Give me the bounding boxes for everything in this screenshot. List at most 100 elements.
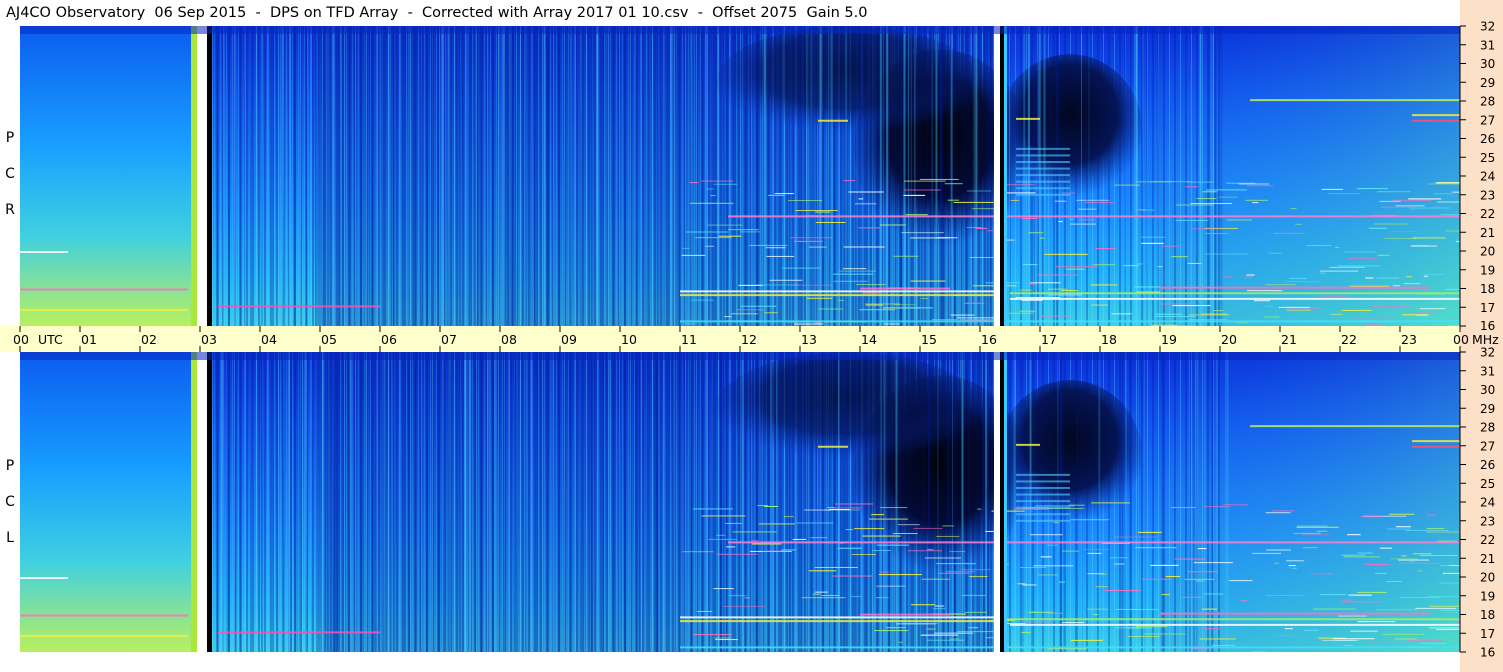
rcp-speckle <box>790 237 833 239</box>
rcp-streak <box>502 26 505 326</box>
lcp-speckle <box>692 508 734 510</box>
rcp-speckle <box>1349 285 1390 287</box>
frequency-axis-lcp: 32 31 30 29 28 27 26 25 24 23 22 21 20 19 18 17 16 <box>1459 346 1495 660</box>
rcp-speckle <box>1205 233 1229 235</box>
time-tick-label: 19 <box>1161 332 1177 347</box>
rcp-speckle <box>1065 268 1085 270</box>
rcp-speckle <box>1037 274 1078 276</box>
rcp-speckle <box>1172 325 1197 326</box>
lcp-streak <box>753 352 756 652</box>
rcp-streak <box>498 26 500 326</box>
rcp-speckle <box>1222 276 1233 278</box>
rcp-speckle <box>1226 219 1253 221</box>
lcp-streak <box>704 352 707 652</box>
rcp-gap-green <box>191 26 197 326</box>
lcp-speckle <box>924 557 961 559</box>
lcp-speckle <box>1184 578 1215 580</box>
time-tick-label: 00 <box>13 332 29 347</box>
rcp-speckle <box>833 280 868 282</box>
frequency-tick-label: 30 <box>1480 57 1495 71</box>
time-axis: 00 01 02 03 04 05 06 07 08 09 10 11 12 13 14 15 16 17 18 19… <box>13 326 1499 352</box>
rcp-gap2-white <box>994 26 1000 326</box>
rcp-streak <box>903 26 906 326</box>
lcp-speckle <box>1350 630 1378 632</box>
rcp-speckle <box>764 312 778 314</box>
lcp-speckle <box>809 570 837 572</box>
rcp-speckle <box>879 224 906 226</box>
rcp-speckle <box>1428 183 1460 185</box>
lcp-speckle <box>1046 544 1058 546</box>
lcp-speckle <box>1115 627 1140 629</box>
lcp-streak <box>770 352 773 652</box>
lcp-speckle <box>942 525 955 527</box>
lcp-streak <box>488 352 490 652</box>
lcp-streak <box>1014 352 1017 652</box>
rcp-speckle <box>987 230 994 232</box>
lcp-streak <box>854 352 856 652</box>
lcp-speckle <box>757 505 769 507</box>
rcp-speckle <box>1176 204 1214 206</box>
time-tick-label: 01 <box>81 332 97 347</box>
rcp-speckle <box>769 279 803 281</box>
lcp-speckle <box>1387 528 1411 530</box>
rcp-speckle <box>1341 309 1372 311</box>
rcp-streak <box>515 26 517 326</box>
rcp-streak <box>369 26 371 326</box>
time-tick-label: 13 <box>801 332 817 347</box>
lcp-speckle <box>1304 629 1319 631</box>
rcp-streak <box>879 26 882 326</box>
lcp-speckle <box>1062 622 1085 624</box>
rcp-speckle <box>1286 309 1311 311</box>
lcp-streak <box>1081 352 1083 652</box>
rcp-speckle <box>1373 223 1409 225</box>
time-unit-label: UTC <box>38 332 63 347</box>
lcp-streak <box>516 352 518 652</box>
lcp-speckle <box>1288 565 1296 567</box>
frequency-tick-label: 23 <box>1480 514 1495 528</box>
rcp-streak <box>331 26 334 326</box>
rcp-speckle <box>1365 277 1374 279</box>
rcp-speckle <box>1329 266 1365 268</box>
rcp-streak <box>595 26 598 326</box>
lcp-streak <box>1189 352 1191 652</box>
rcp-speckle <box>1347 257 1378 259</box>
rcp-speckle <box>1213 310 1223 312</box>
lcp-speckle <box>1296 526 1339 528</box>
lcp-speckle <box>1321 639 1357 641</box>
lcp-speckle <box>1100 573 1107 575</box>
lcp-speckle <box>965 611 987 613</box>
rcp-streak <box>711 26 713 326</box>
rcp-speckle <box>1093 264 1115 266</box>
rcp-speckle <box>1306 245 1332 247</box>
lcp-speckle <box>713 637 731 639</box>
time-tick-label: 05 <box>321 332 337 347</box>
rcp-streak <box>322 26 325 326</box>
lcp-streak <box>900 352 902 652</box>
rcp-speckle <box>1246 290 1283 292</box>
lcp-streak <box>551 352 554 652</box>
lcp-rfi-band <box>1010 623 1460 626</box>
lcp-speckle <box>796 522 834 524</box>
lcp-speckle <box>1022 584 1037 586</box>
lcp-streak <box>493 352 496 652</box>
lcp-speckle <box>701 515 746 517</box>
rcp-speckle <box>1392 199 1432 201</box>
lcp-speckle <box>927 549 934 551</box>
lcp-speckle <box>1091 502 1130 504</box>
lcp-speckle <box>885 627 906 629</box>
rcp-streak <box>412 26 415 326</box>
rcp-speckle <box>689 182 699 184</box>
lcp-speckle <box>946 571 975 573</box>
rcp-streak <box>635 26 637 326</box>
rcp-panel <box>20 26 1460 326</box>
lcp-speckle <box>1030 534 1063 536</box>
rcp-speckle <box>893 255 919 257</box>
time-tick-label: 09 <box>561 332 577 347</box>
lcp-speckle <box>878 574 922 576</box>
lcp-streak <box>1137 352 1139 652</box>
lcp-speckle <box>1428 627 1460 629</box>
lcp-speckle <box>1415 607 1457 609</box>
rcp-streak <box>886 26 889 326</box>
lcp-speckle <box>869 518 908 520</box>
lcp-streak <box>838 352 840 652</box>
